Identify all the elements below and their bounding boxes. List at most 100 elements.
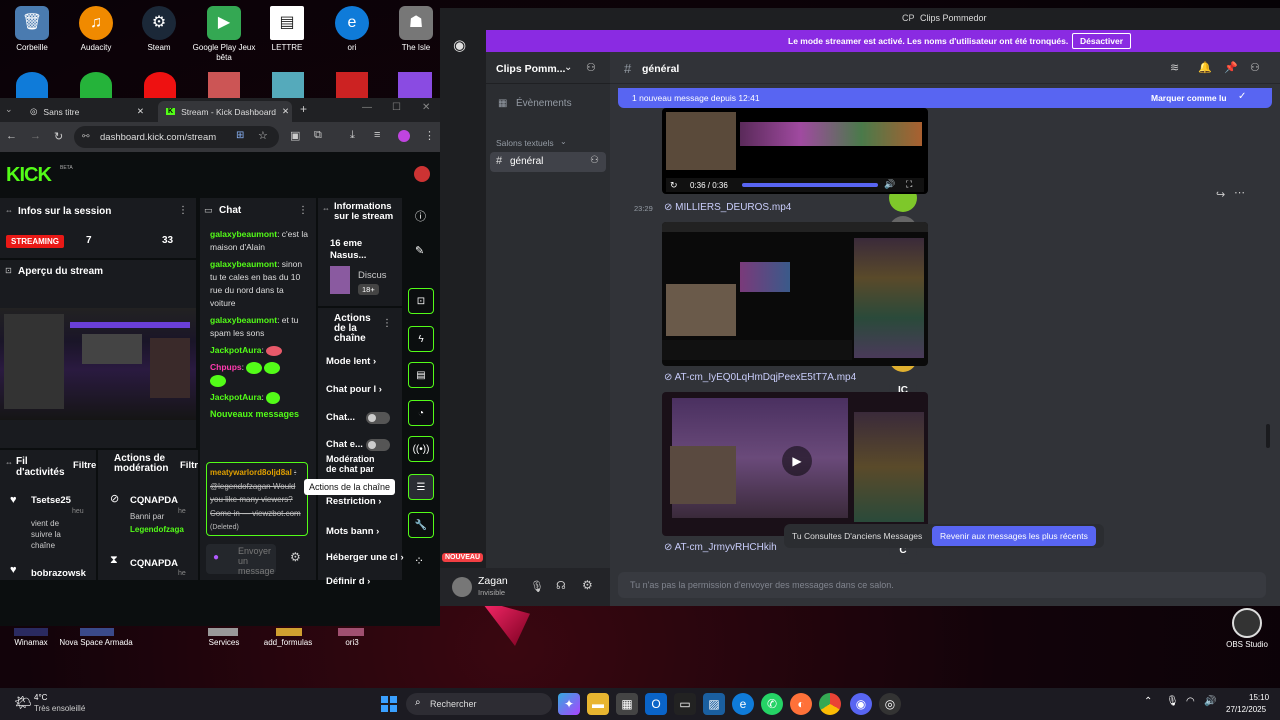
game-icon[interactable]: [80, 628, 114, 636]
pencil-icon[interactable]: ✎: [415, 244, 424, 257]
wifi-icon[interactable]: ◠: [1186, 696, 1195, 707]
action-host[interactable]: Héberger une cl ›: [326, 552, 404, 563]
download-icon[interactable]: ⤓: [350, 129, 355, 142]
tab-kick-dashboard[interactable]: K Stream - Kick Dashboard ✕: [158, 101, 292, 122]
windows-start-icon[interactable]: [381, 696, 397, 712]
more-options-icon[interactable]: ⋯: [1234, 186, 1245, 199]
scrollbar[interactable]: [1266, 424, 1270, 448]
more-options-icon[interactable]: ⋮: [298, 205, 308, 216]
user-avatar[interactable]: [414, 166, 430, 182]
pin-icon[interactable]: 📌: [1224, 61, 1238, 74]
video-attachment-2[interactable]: [662, 222, 928, 366]
video-attachment-3[interactable]: ▶: [662, 392, 928, 536]
events-link[interactable]: Évènements: [516, 98, 572, 109]
action-chat-moderation[interactable]: Modération de chat par: [326, 454, 382, 474]
microphone-icon[interactable]: 🎙: [530, 580, 544, 593]
play-icon[interactable]: ▶: [782, 446, 812, 476]
chat-toggle-switch[interactable]: [366, 412, 390, 424]
minimize-button[interactable]: —: [362, 102, 372, 113]
app-icon[interactable]: [398, 72, 432, 98]
app-icon[interactable]: [338, 628, 364, 636]
edge-icon[interactable]: [16, 72, 48, 98]
settings-gear-icon[interactable]: ⚙: [290, 550, 301, 564]
desktop-label-ori3[interactable]: ori3: [312, 638, 392, 648]
media-icon[interactable]: ▣: [290, 129, 300, 142]
new-messages-bar[interactable]: 1 nouveau message depuis 12:41 Marquer c…: [618, 88, 1272, 108]
tab-sans-titre[interactable]: ◎ Sans titre ✕: [22, 101, 152, 122]
bell-icon[interactable]: 🔔: [1198, 61, 1212, 74]
flash-button[interactable]: ϟ: [408, 326, 434, 352]
reload-icon[interactable]: ↻: [54, 130, 63, 143]
copilot-icon[interactable]: ✦: [558, 693, 580, 715]
whatsapp-icon[interactable]: ✆: [761, 693, 783, 715]
attachment-link-3[interactable]: ⊘ AT-cm_JrmyvRHCHkih: [664, 542, 777, 553]
action-define[interactable]: Définir d ›: [326, 576, 370, 587]
file-explorer-icon[interactable]: ▬: [587, 693, 609, 715]
moderation-filter[interactable]: Filtr: [180, 460, 198, 471]
maximize-button[interactable]: ☐: [392, 102, 401, 113]
user-avatar[interactable]: [452, 577, 472, 597]
game-icon[interactable]: [272, 72, 304, 98]
video-progress-bar[interactable]: [742, 183, 878, 187]
kick-logo[interactable]: KICK: [6, 164, 52, 187]
chrome-icon[interactable]: [819, 693, 841, 715]
attachment-link-1[interactable]: ⊘ MILLIERS_DEUROS.mp4: [664, 202, 791, 213]
volume-icon[interactable]: 🔊: [1204, 696, 1216, 707]
obs-icon[interactable]: [1232, 608, 1262, 638]
tools-button[interactable]: 🔧: [408, 512, 434, 538]
highlighted-message[interactable]: meatywarlord8oljd8al : @legendofzagan Wo…: [206, 462, 308, 536]
message-input[interactable]: Tu n'as pas la permission d'envoyer des …: [618, 572, 1266, 598]
weather-icon[interactable]: 🌤: [14, 694, 32, 711]
add-user-icon[interactable]: ⚇: [586, 61, 596, 74]
store-icon[interactable]: ▦: [616, 693, 638, 715]
stream-preview-video[interactable]: [0, 308, 196, 420]
close-window-button[interactable]: ✕: [422, 102, 430, 113]
desktop-label-obs[interactable]: OBS Studio: [1207, 640, 1280, 650]
jump-to-recent-button[interactable]: Revenir aux messages les plus récents: [932, 526, 1096, 546]
stream-title[interactable]: 16 eme Nasus...: [330, 238, 390, 262]
threads-icon[interactable]: ≋: [1170, 61, 1179, 74]
apps-icon[interactable]: ⁘: [414, 554, 424, 568]
action-followers-chat[interactable]: Chat pour l ›: [326, 384, 382, 395]
winamax-icon[interactable]: [14, 628, 48, 636]
action-banned-words[interactable]: Mots bann ›: [326, 526, 379, 537]
headphones-icon[interactable]: ☊: [556, 579, 566, 592]
info-circle-icon[interactable]: ⓘ: [415, 208, 426, 224]
edge-icon[interactable]: e: [732, 693, 754, 715]
outlook-icon[interactable]: O: [645, 693, 667, 715]
close-icon[interactable]: ✕: [282, 106, 289, 117]
more-options-icon[interactable]: ⋮: [178, 205, 188, 216]
forward-icon[interactable]: →: [30, 130, 41, 142]
game-icon[interactable]: [336, 72, 368, 98]
forward-icon[interactable]: ↪: [1216, 188, 1225, 201]
mark-read-button[interactable]: Marquer comme lu: [1151, 93, 1227, 103]
discord-logo-icon[interactable]: ◉: [453, 36, 466, 54]
activity-filter[interactable]: Filtre: [73, 460, 96, 471]
action-chat-toggle-1[interactable]: Chat...: [326, 412, 355, 423]
disable-streamer-mode-button[interactable]: Désactiver: [1072, 33, 1132, 49]
chat-emote-toggle-switch[interactable]: [366, 439, 390, 451]
new-tab-button[interactable]: +: [300, 102, 307, 116]
obs-taskbar-icon[interactable]: ◎: [879, 693, 901, 715]
notes-button[interactable]: ▤: [408, 362, 434, 388]
star-icon[interactable]: ☆: [258, 129, 268, 142]
channel-general[interactable]: # général ⚇: [490, 152, 606, 172]
replay-icon[interactable]: ↻: [670, 180, 678, 191]
close-icon[interactable]: ✕: [137, 106, 144, 117]
volume-icon[interactable]: 🔊: [884, 179, 895, 190]
microphone-icon[interactable]: ●: [213, 552, 219, 563]
taskbar-search[interactable]: ⌕ Rechercher: [406, 693, 552, 715]
category-label[interactable]: Salons textuels: [496, 138, 554, 148]
tab-menu-icon[interactable]: ⌄: [5, 104, 13, 115]
category-name[interactable]: Discus: [358, 270, 387, 281]
more-options-icon[interactable]: ⋮: [382, 318, 392, 329]
back-icon[interactable]: ←: [6, 130, 17, 142]
fullscreen-icon[interactable]: ⛶: [906, 179, 912, 190]
photos-icon[interactable]: ▨: [703, 693, 725, 715]
game-icon[interactable]: [208, 72, 240, 98]
new-messages-label[interactable]: Nouveaux messages: [210, 408, 310, 421]
services-icon[interactable]: [208, 628, 238, 636]
desktop-label-nova[interactable]: Nova Space Armada: [56, 638, 136, 648]
settings-gear-icon[interactable]: ⚙: [582, 578, 593, 592]
record-icon[interactable]: [144, 72, 176, 98]
